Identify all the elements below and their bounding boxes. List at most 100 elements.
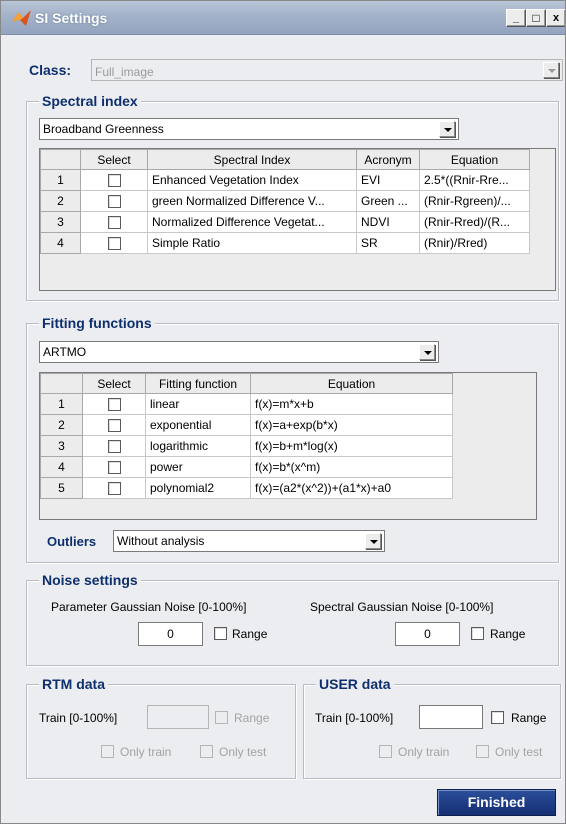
equation[interactable]: (Rnir-Rgreen)/... — [419, 190, 530, 212]
fitting-functions-dropdown-value: ARTMO — [43, 345, 87, 359]
col-header-equation[interactable]: Equation — [419, 149, 530, 170]
row-number: 4 — [40, 456, 83, 478]
col-header-spectral-index[interactable]: Spectral Index — [147, 149, 357, 170]
outliers-dropdown-arrow-icon[interactable] — [365, 533, 381, 549]
spectral-index-table: Select Spectral Index Acronym Equation 1… — [39, 148, 556, 291]
fitting-function-name[interactable]: linear — [145, 393, 251, 415]
row-number: 2 — [40, 414, 83, 436]
rtm-only-train-checkbox[interactable] — [101, 745, 114, 758]
parameter-noise-range-checkbox[interactable] — [214, 627, 227, 640]
spectral-noise-range-label: Range — [490, 627, 526, 641]
row-number: 1 — [40, 169, 81, 191]
spectral-index-name[interactable]: green Normalized Difference V... — [147, 190, 357, 212]
fitting-function-name[interactable]: logarithmic — [145, 435, 251, 457]
equation[interactable]: f(x)=b+m*log(x) — [250, 435, 453, 457]
outliers-dropdown-value: Without analysis — [117, 534, 205, 548]
col-header-select[interactable]: Select — [82, 373, 146, 394]
parameter-noise-input[interactable]: 0 — [138, 622, 203, 646]
col-header-equation[interactable]: Equation — [250, 373, 453, 394]
rtm-only-test-checkbox[interactable] — [200, 745, 213, 758]
row-number: 1 — [40, 393, 83, 415]
title-bar[interactable]: SI Settings _ □ x — [1, 1, 565, 35]
user-data-legend: USER data — [316, 676, 394, 692]
table-row: 3 Normalized Difference Vegetat... NDVI … — [40, 211, 530, 233]
spectral-index-dropdown-arrow-icon[interactable] — [439, 121, 455, 137]
col-header-fitting-function[interactable]: Fitting function — [145, 373, 251, 394]
table-row: 4 Simple Ratio SR (Rnir)/Rred) — [40, 232, 530, 254]
class-label: Class: — [29, 62, 72, 78]
outliers-label: Outliers — [47, 534, 97, 549]
select-checkbox[interactable] — [107, 195, 121, 209]
select-checkbox[interactable] — [107, 440, 121, 454]
spectral-index-name[interactable]: Enhanced Vegetation Index — [147, 169, 357, 191]
noise-settings-legend: Noise settings — [39, 572, 141, 588]
rtm-only-train-label: Only train — [120, 745, 172, 759]
equation[interactable]: f(x)=b*(x^m) — [250, 456, 453, 478]
fitting-function-name[interactable]: power — [145, 456, 251, 478]
fitting-function-name[interactable]: exponential — [145, 414, 251, 436]
equation[interactable]: 2.5*((Rnir-Rre... — [419, 169, 530, 191]
spectral-noise-range-checkbox[interactable] — [471, 627, 484, 640]
user-only-train-checkbox[interactable] — [379, 745, 392, 758]
equation[interactable]: f(x)=a+exp(b*x) — [250, 414, 453, 436]
class-dropdown[interactable]: Full_image — [91, 59, 563, 81]
spectral-noise-input[interactable]: 0 — [395, 622, 460, 646]
select-checkbox[interactable] — [107, 419, 121, 433]
select-checkbox[interactable] — [107, 237, 121, 251]
spectral-index-name[interactable]: Normalized Difference Vegetat... — [147, 211, 357, 233]
acronym[interactable]: NDVI — [356, 211, 420, 233]
table-row: 5 polynomial2 f(x)=(a2*(x^2))+(a1*x)+a0 — [40, 477, 453, 499]
finished-button[interactable]: Finished — [437, 789, 556, 816]
user-only-train-label: Only train — [398, 745, 450, 759]
user-range-checkbox[interactable] — [491, 711, 504, 724]
user-train-input[interactable] — [419, 705, 483, 729]
fitting-functions-dropdown[interactable]: ARTMO — [39, 341, 439, 363]
spectral-index-dropdown-value: Broadband Greenness — [43, 122, 164, 136]
spectral-index-name[interactable]: Simple Ratio — [147, 232, 357, 254]
rtm-train-input[interactable] — [147, 705, 209, 729]
rtm-only-test-label: Only test — [219, 745, 267, 759]
spectral-noise-label: Spectral Gaussian Noise [0-100%] — [310, 600, 494, 614]
equation[interactable]: f(x)=(a2*(x^2))+(a1*x)+a0 — [250, 477, 453, 499]
row-number: 4 — [40, 232, 81, 254]
row-number: 3 — [40, 435, 83, 457]
rtm-range-label: Range — [234, 711, 270, 725]
row-number: 2 — [40, 190, 81, 212]
fitting-function-name[interactable]: polynomial2 — [145, 477, 251, 499]
select-checkbox[interactable] — [107, 398, 121, 412]
minimize-button[interactable]: _ — [506, 9, 526, 27]
fitting-functions-dropdown-arrow-icon[interactable] — [419, 344, 435, 360]
close-button[interactable]: x — [546, 9, 565, 27]
col-header-select[interactable]: Select — [80, 149, 148, 170]
equation[interactable]: (Rnir-Rred)/(R... — [419, 211, 530, 233]
user-range-label: Range — [511, 711, 547, 725]
outliers-dropdown[interactable]: Without analysis — [113, 530, 385, 552]
table-row: 1 linear f(x)=m*x+b — [40, 393, 453, 415]
parameter-noise-range-label: Range — [232, 627, 268, 641]
window-title: SI Settings — [35, 10, 108, 26]
user-only-test-checkbox[interactable] — [476, 745, 489, 758]
acronym[interactable]: Green ... — [356, 190, 420, 212]
class-dropdown-arrow-icon[interactable] — [543, 62, 559, 78]
maximize-button[interactable]: □ — [526, 9, 546, 27]
rtm-data-group: RTM data — [26, 676, 296, 779]
select-checkbox[interactable] — [107, 174, 121, 188]
equation[interactable]: (Rnir)/Rred) — [419, 232, 530, 254]
user-only-test-label: Only test — [495, 745, 543, 759]
spectral-index-dropdown[interactable]: Broadband Greenness — [39, 118, 459, 140]
select-checkbox[interactable] — [107, 216, 121, 230]
rtm-data-legend: RTM data — [39, 676, 108, 692]
noise-settings-group: Noise settings — [26, 572, 559, 666]
rtm-range-checkbox[interactable] — [215, 711, 228, 724]
table-corner — [40, 373, 83, 394]
acronym[interactable]: SR — [356, 232, 420, 254]
fitting-functions-legend: Fitting functions — [39, 315, 155, 331]
select-checkbox[interactable] — [107, 482, 121, 496]
parameter-noise-label: Parameter Gaussian Noise [0-100%] — [51, 600, 247, 614]
equation[interactable]: f(x)=m*x+b — [250, 393, 453, 415]
select-checkbox[interactable] — [107, 461, 121, 475]
acronym[interactable]: EVI — [356, 169, 420, 191]
class-dropdown-value: Full_image — [95, 65, 154, 79]
si-settings-window: SI Settings _ □ x Class: Full_image Spec… — [0, 0, 566, 824]
col-header-acronym[interactable]: Acronym — [356, 149, 420, 170]
